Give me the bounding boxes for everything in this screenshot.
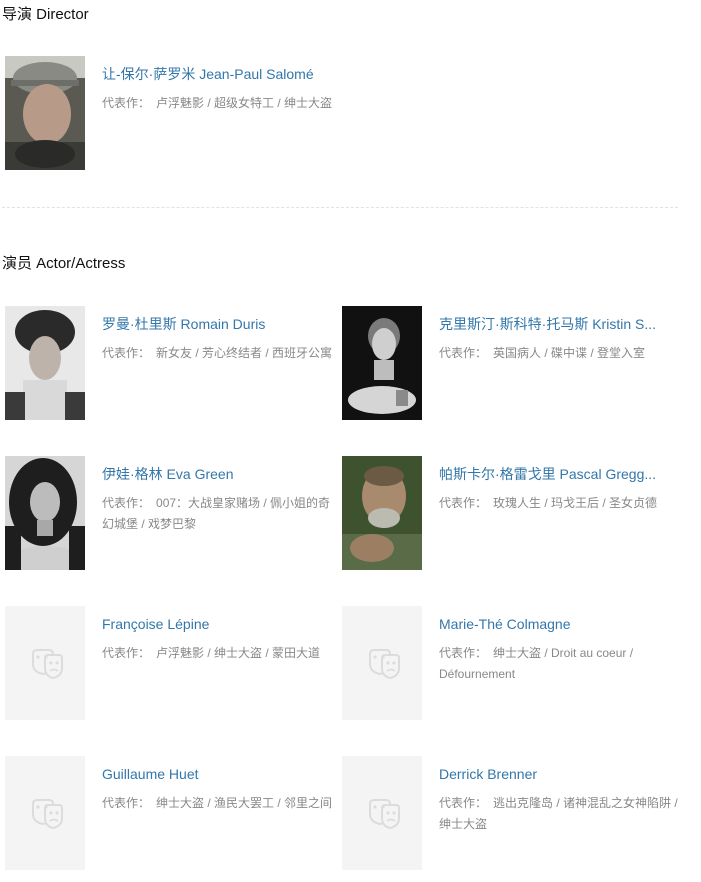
- actor-name[interactable]: 伊娃·格林 Eva Green: [102, 464, 340, 484]
- theater-mask-icon: [342, 606, 422, 720]
- section-divider: [2, 207, 678, 208]
- actor-name[interactable]: Françoise Lépine: [102, 614, 340, 634]
- actor-photo[interactable]: [342, 306, 422, 420]
- director-works: 代表作： 卢浮魅影 / 超级女特工 / 绅士大盗: [102, 93, 342, 114]
- works-label: 代表作：: [439, 646, 488, 660]
- works-label: 代表作：: [102, 96, 151, 110]
- works-label: 代表作：: [439, 796, 488, 810]
- actor-name[interactable]: 帕斯卡尔·格雷戈里 Pascal Gregg...: [439, 464, 677, 484]
- actor-works: 代表作： 新女友 / 芳心终结者 / 西班牙公寓: [102, 343, 342, 364]
- actor-works: 代表作： 玫瑰人生 / 玛戈王后 / 圣女贞德: [439, 493, 679, 514]
- actor-photo-placeholder[interactable]: [342, 606, 422, 720]
- actor-name[interactable]: 克里斯汀·斯科特·托马斯 Kristin S...: [439, 314, 677, 334]
- actor-name[interactable]: Guillaume Huet: [102, 764, 340, 784]
- actor-section-title: 演员 Actor/Actress: [2, 255, 126, 272]
- actor-card: 帕斯卡尔·格雷戈里 Pascal Gregg... 代表作： 玫瑰人生 / 玛戈王…: [342, 456, 679, 571]
- works-label: 代表作：: [439, 346, 488, 360]
- actor-photo[interactable]: [5, 456, 85, 570]
- works-label: 代表作：: [102, 796, 151, 810]
- works-list: 新女友 / 芳心终结者 / 西班牙公寓: [156, 346, 333, 360]
- actor-photo-placeholder[interactable]: [5, 606, 85, 720]
- works-list: 绅士大盗 / 渔民大罢工 / 邻里之间: [156, 796, 333, 810]
- director-section-title: 导演 Director: [2, 6, 89, 23]
- director-card: 让-保尔·萨罗米 Jean-Paul Salomé 代表作： 卢浮魅影 / 超级女…: [5, 56, 342, 171]
- actor-name[interactable]: 罗曼·杜里斯 Romain Duris: [102, 314, 340, 334]
- theater-mask-icon: [342, 756, 422, 870]
- works-list: 卢浮魅影 / 绅士大盗 / 蒙田大道: [156, 646, 321, 660]
- works-list: 卢浮魅影 / 超级女特工 / 绅士大盗: [156, 96, 333, 110]
- theater-mask-icon: [5, 606, 85, 720]
- actor-card: 伊娃·格林 Eva Green 代表作： 007：大战皇家赌场 / 佩小姐的奇幻城…: [5, 456, 342, 571]
- director-photo[interactable]: [5, 56, 85, 170]
- works-label: 代表作：: [102, 346, 151, 360]
- actor-name[interactable]: Marie-Thé Colmagne: [439, 614, 677, 634]
- actor-works: 代表作： 绅士大盗 / 渔民大罢工 / 邻里之间: [102, 793, 342, 814]
- actor-works: 代表作： 英国病人 / 碟中谍 / 登堂入室: [439, 343, 679, 364]
- actor-card: 克里斯汀·斯科特·托马斯 Kristin S... 代表作： 英国病人 / 碟中谍…: [342, 306, 679, 421]
- actor-card: Marie-Thé Colmagne 代表作： 绅士大盗 / Droit au c…: [342, 606, 679, 721]
- works-label: 代表作：: [102, 646, 151, 660]
- works-list: 玫瑰人生 / 玛戈王后 / 圣女贞德: [493, 496, 658, 510]
- actor-card: Françoise Lépine 代表作： 卢浮魅影 / 绅士大盗 / 蒙田大道: [5, 606, 342, 721]
- actor-works: 代表作： 007：大战皇家赌场 / 佩小姐的奇幻城堡 / 戏梦巴黎: [102, 493, 342, 535]
- actor-photo-placeholder[interactable]: [342, 756, 422, 870]
- works-list: 英国病人 / 碟中谍 / 登堂入室: [493, 346, 646, 360]
- actor-card: Guillaume Huet 代表作： 绅士大盗 / 渔民大罢工 / 邻里之间: [5, 756, 342, 871]
- works-label: 代表作：: [102, 496, 151, 510]
- actor-photo[interactable]: [5, 306, 85, 420]
- director-name[interactable]: 让-保尔·萨罗米 Jean-Paul Salomé: [102, 64, 340, 84]
- actor-photo[interactable]: [342, 456, 422, 570]
- actor-card: Derrick Brenner 代表作： 逃出克隆岛 / 诸神混乱之女神陷阱 / …: [342, 756, 679, 871]
- actor-photo-placeholder[interactable]: [5, 756, 85, 870]
- actor-name[interactable]: Derrick Brenner: [439, 764, 677, 784]
- actor-works: 代表作： 绅士大盗 / Droit au coeur / Défournement: [439, 643, 679, 685]
- actor-card: 罗曼·杜里斯 Romain Duris 代表作： 新女友 / 芳心终结者 / 西班…: [5, 306, 342, 421]
- actor-works: 代表作： 卢浮魅影 / 绅士大盗 / 蒙田大道: [102, 643, 342, 664]
- theater-mask-icon: [5, 756, 85, 870]
- works-label: 代表作：: [439, 496, 488, 510]
- actor-works: 代表作： 逃出克隆岛 / 诸神混乱之女神陷阱 / 绅士大盗: [439, 793, 679, 835]
